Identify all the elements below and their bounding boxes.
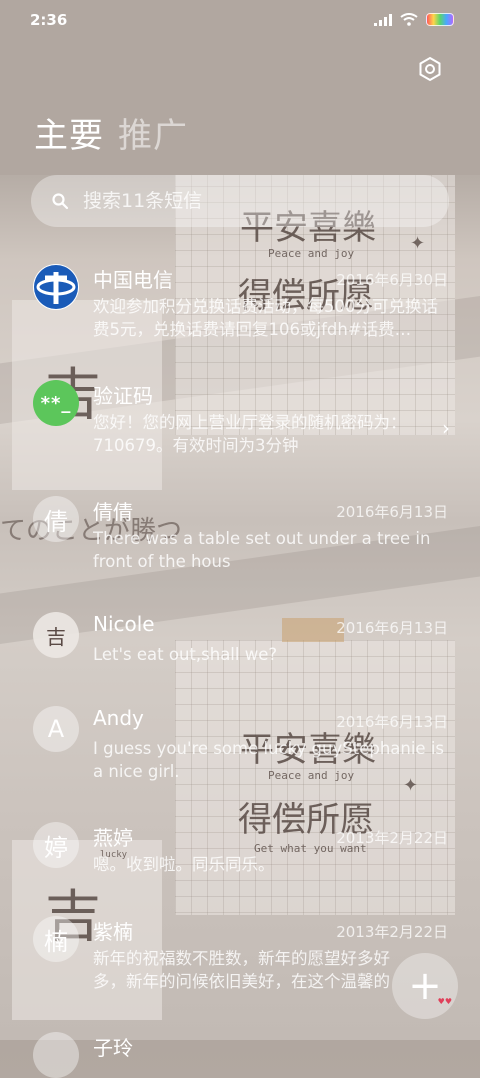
telecom-logo-icon bbox=[33, 264, 79, 310]
message-preview: 新年的祝福数不胜数，新年的愿望好多好多，新年的问候依旧美好，在这个温馨的时刻， bbox=[93, 949, 390, 991]
message-preview: Let's eat out,shall we? bbox=[93, 645, 278, 664]
sender-name: 子玲 bbox=[93, 1036, 133, 1060]
search-icon bbox=[52, 193, 69, 210]
avatar: **_ bbox=[33, 380, 79, 426]
heart-icon: ♥♥ bbox=[437, 997, 452, 1006]
message-item[interactable]: 中国电信 2016年6月30日 欢迎参加积分兑换话费活动，每500分可兑换话费5… bbox=[0, 250, 480, 366]
sender-name: Andy bbox=[93, 706, 144, 730]
avatar: 倩 bbox=[33, 496, 79, 542]
sender-name: 倩倩 bbox=[93, 500, 133, 524]
message-date: 2016年6月13日 bbox=[336, 713, 448, 731]
message-preview: 欢迎参加积分兑换话费活动，每500分可兑换话费5元，兑换话费请回复106或jfd… bbox=[93, 297, 438, 339]
settings-gear-icon[interactable] bbox=[417, 56, 443, 82]
message-date: 2013年2月22日 bbox=[336, 829, 448, 847]
message-date: 2016年6月13日 bbox=[336, 503, 448, 521]
battery-icon bbox=[426, 13, 454, 26]
chevron-right-icon[interactable]: › bbox=[442, 416, 450, 440]
sender-name: 中国电信 bbox=[93, 268, 173, 292]
avatar: 吉 bbox=[33, 612, 79, 658]
search-input[interactable] bbox=[81, 189, 425, 213]
status-bar: 2:36 bbox=[0, 0, 480, 40]
tab-bar: 主要 推广 bbox=[34, 108, 188, 157]
sender-name: Nicole bbox=[93, 612, 155, 636]
signal-icon bbox=[374, 13, 392, 26]
sender-name: 燕婷 bbox=[93, 826, 133, 850]
new-message-button[interactable]: + ♥♥ bbox=[392, 953, 458, 1019]
message-date: 2016年6月13日 bbox=[336, 619, 448, 637]
sender-name: 验证码 bbox=[93, 384, 153, 408]
tab-promotions[interactable]: 推广 bbox=[118, 108, 188, 157]
message-preview: There was a table set out under a tree i… bbox=[93, 529, 431, 571]
message-date: 2016年6月30日 bbox=[336, 271, 448, 289]
message-item[interactable]: A Andy 2016年6月13日 I guess you're some lu… bbox=[0, 692, 480, 808]
message-preview: 嗯。收到啦。同乐同乐。 bbox=[93, 855, 275, 874]
message-list: 中国电信 2016年6月30日 欢迎参加积分兑换话费活动，每500分可兑换话费5… bbox=[0, 250, 480, 1078]
status-icons bbox=[374, 13, 454, 26]
search-bar[interactable] bbox=[31, 175, 449, 227]
avatar: 楠 bbox=[33, 916, 79, 962]
message-date: 2013年2月22日 bbox=[336, 923, 448, 941]
avatar: 婷 bbox=[33, 822, 79, 868]
message-preview: I guess you're some lucky guyStephanie i… bbox=[93, 739, 445, 781]
wifi-icon bbox=[400, 13, 418, 26]
avatar bbox=[33, 1032, 79, 1078]
message-item[interactable]: 婷 燕婷 2013年2月22日 嗯。收到啦。同乐同乐。 bbox=[0, 808, 480, 902]
message-item[interactable]: 吉 Nicole 2016年6月13日 Let's eat out,shall … bbox=[0, 598, 480, 692]
status-time: 2:36 bbox=[30, 11, 68, 29]
message-item[interactable]: 子玲 bbox=[0, 1018, 480, 1078]
message-item[interactable]: 倩 倩倩 2016年6月13日 There was a table set ou… bbox=[0, 482, 480, 598]
tab-primary[interactable]: 主要 bbox=[34, 108, 104, 157]
message-preview: 您好！您的网上营业厅登录的随机密码为：710679。有效时间为3分钟 bbox=[93, 413, 407, 455]
avatar: A bbox=[33, 706, 79, 752]
sender-name: 紫楠 bbox=[93, 920, 133, 944]
message-item[interactable]: **_ 验证码 您好！您的网上营业厅登录的随机密码为：710679。有效时间为3… bbox=[0, 366, 480, 482]
